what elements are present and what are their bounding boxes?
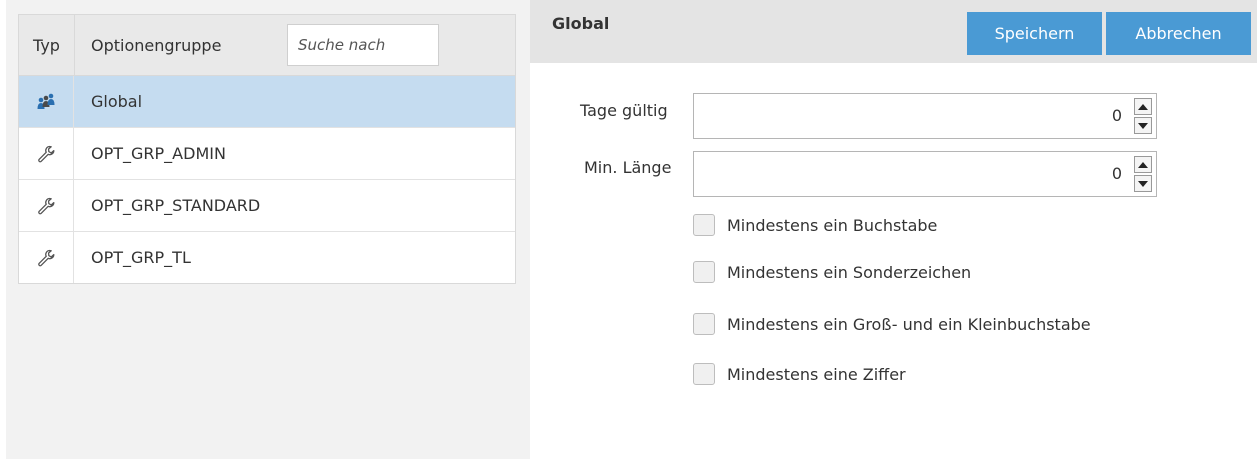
field-value: 0: [1111, 106, 1122, 125]
cancel-button[interactable]: Abbrechen: [1106, 12, 1251, 55]
option-group-panel: Typ Optionengruppe Global: [6, 0, 530, 459]
checkbox-label: Mindestens eine Ziffer: [727, 364, 906, 384]
number-spinner: [1134, 156, 1152, 192]
page-title: Global: [552, 14, 610, 33]
table-row-opt-grp-tl[interactable]: OPT_GRP_TL: [19, 232, 515, 283]
wrench-icon: [19, 128, 74, 179]
increment-button[interactable]: [1134, 156, 1152, 173]
row-name: Global: [91, 92, 143, 111]
tage-gueltig-label: Tage gültig: [580, 101, 668, 120]
row-name: OPT_GRP_ADMIN: [91, 144, 226, 163]
checkbox-gross-und-kleinbuchstabe[interactable]: Mindestens ein Groß- und ein Kleinbuchst…: [693, 311, 1091, 337]
arrow-down-icon: [1138, 180, 1148, 187]
checkbox-label: Mindestens ein Groß- und ein Kleinbuchst…: [727, 314, 1091, 334]
number-spinner: [1134, 98, 1152, 134]
wrench-icon: [19, 232, 74, 283]
grid-header: Typ Optionengruppe: [19, 15, 515, 76]
table-row-opt-grp-admin[interactable]: OPT_GRP_ADMIN: [19, 128, 515, 180]
checkbox-mindestens-eine-ziffer[interactable]: Mindestens eine Ziffer: [693, 361, 906, 387]
field-value: 0: [1111, 164, 1122, 183]
arrow-up-icon: [1138, 103, 1148, 110]
table-row-global[interactable]: Global: [19, 76, 515, 128]
checkbox-label: Mindestens ein Sonderzeichen: [727, 262, 972, 282]
checkbox-mindestens-ein-sonderzeichen[interactable]: Mindestens ein Sonderzeichen: [693, 259, 971, 285]
decrement-button[interactable]: [1134, 117, 1152, 134]
users-icon: [19, 76, 74, 127]
save-button[interactable]: Speichern: [967, 12, 1102, 55]
arrow-down-icon: [1138, 122, 1148, 129]
row-name: OPT_GRP_STANDARD: [91, 196, 261, 215]
increment-button[interactable]: [1134, 98, 1152, 115]
column-header-typ[interactable]: Typ: [19, 15, 75, 75]
checkbox[interactable]: [693, 214, 715, 236]
arrow-up-icon: [1138, 161, 1148, 168]
min-laenge-field[interactable]: 0: [693, 151, 1157, 197]
search-input[interactable]: [287, 24, 439, 66]
detail-header: Global Speichern Abbrechen: [530, 0, 1257, 63]
table-row-opt-grp-standard[interactable]: OPT_GRP_STANDARD: [19, 180, 515, 232]
option-group-grid: Typ Optionengruppe Global: [18, 14, 516, 284]
checkbox-label: Mindestens ein Buchstabe: [727, 215, 938, 235]
checkbox[interactable]: [693, 261, 715, 283]
decrement-button[interactable]: [1134, 175, 1152, 192]
checkbox[interactable]: [693, 313, 715, 335]
min-laenge-label: Min. Länge: [584, 158, 672, 177]
checkbox[interactable]: [693, 363, 715, 385]
wrench-icon: [19, 180, 74, 231]
column-header-optionengruppe[interactable]: Optionengruppe: [91, 15, 221, 75]
row-name: OPT_GRP_TL: [91, 248, 191, 267]
tage-gueltig-field[interactable]: 0: [693, 93, 1157, 139]
checkbox-mindestens-ein-buchstabe[interactable]: Mindestens ein Buchstabe: [693, 212, 937, 238]
